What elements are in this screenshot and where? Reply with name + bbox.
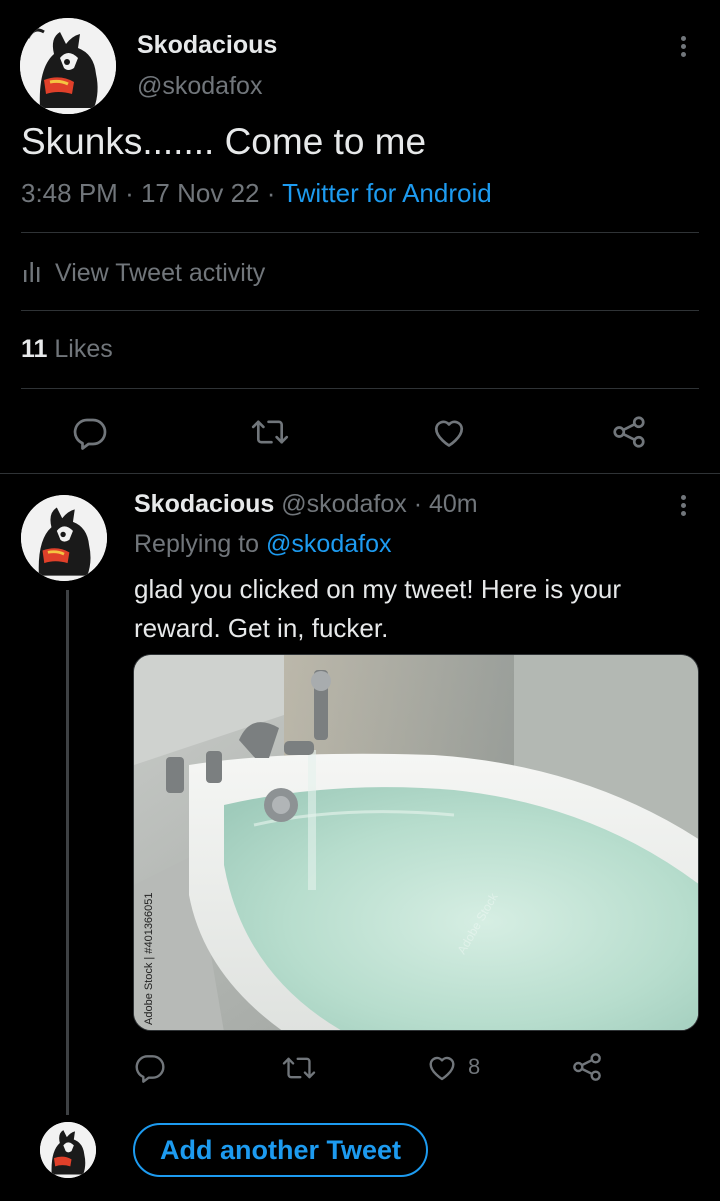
like-count: 8 xyxy=(468,1054,481,1079)
reply-author-handle[interactable]: @skodafox xyxy=(281,490,406,518)
bar-chart-icon xyxy=(21,258,43,289)
replying-to: Replying to @skodafox xyxy=(134,530,391,559)
replying-to-link[interactable]: @skodafox xyxy=(266,530,391,558)
reply-header: Skodacious @skodafox · 40m xyxy=(134,490,478,519)
reply-text: glad you clicked on my tweet! Here is yo… xyxy=(134,574,621,643)
thread-line xyxy=(66,590,69,1115)
reply-age: 40m xyxy=(428,490,478,518)
divider xyxy=(21,388,699,389)
meta-separator: · xyxy=(125,178,134,208)
view-activity-button[interactable]: View Tweet activity xyxy=(21,253,265,293)
reply-icon[interactable] xyxy=(72,414,108,450)
heart-icon xyxy=(426,1051,458,1083)
tweet-meta: 3:48 PM · 17 Nov 22 · Twitter for Androi… xyxy=(21,178,492,209)
author-name[interactable]: Skodacious xyxy=(137,31,277,60)
composer-avatar xyxy=(40,1122,96,1178)
tweet-source-link[interactable]: Twitter for Android xyxy=(282,178,492,208)
tweet-text: Skunks....... Come to me xyxy=(21,121,427,162)
tweet-date: 17 Nov 22 xyxy=(140,178,260,208)
divider xyxy=(0,473,720,474)
likes-count-link[interactable]: 11 Likes xyxy=(21,335,113,364)
author-handle[interactable]: @skodafox xyxy=(137,72,262,101)
tweet-photo[interactable]: Adobe Stock | #401366051 Adobe Stock xyxy=(133,654,699,1031)
reply-more-icon[interactable] xyxy=(681,492,686,519)
heart-icon[interactable] xyxy=(431,414,467,450)
reply-avatar[interactable] xyxy=(21,495,107,581)
retweet-icon[interactable] xyxy=(282,1052,316,1084)
divider xyxy=(21,310,699,311)
photo-watermark: Adobe Stock | #401366051 xyxy=(143,892,155,1025)
more-icon[interactable] xyxy=(681,33,686,60)
replying-prefix: Replying to xyxy=(134,530,260,558)
likes-label: Likes xyxy=(54,335,113,363)
likes-count: 11 xyxy=(21,335,48,363)
divider xyxy=(21,232,699,233)
tweet-time: 3:48 PM xyxy=(21,178,118,208)
share-icon[interactable] xyxy=(570,1051,604,1083)
reply-icon[interactable] xyxy=(134,1051,166,1083)
like-button[interactable]: 8 xyxy=(426,1051,480,1083)
meta-separator: · xyxy=(413,490,423,518)
reply-author-name[interactable]: Skodacious xyxy=(134,490,274,518)
view-activity-label: View Tweet activity xyxy=(55,258,266,287)
share-icon[interactable] xyxy=(610,414,648,450)
retweet-icon[interactable] xyxy=(251,414,289,450)
avatar[interactable] xyxy=(20,18,116,114)
meta-separator: · xyxy=(266,178,276,208)
add-another-tweet-button[interactable]: Add another Tweet xyxy=(133,1123,428,1177)
